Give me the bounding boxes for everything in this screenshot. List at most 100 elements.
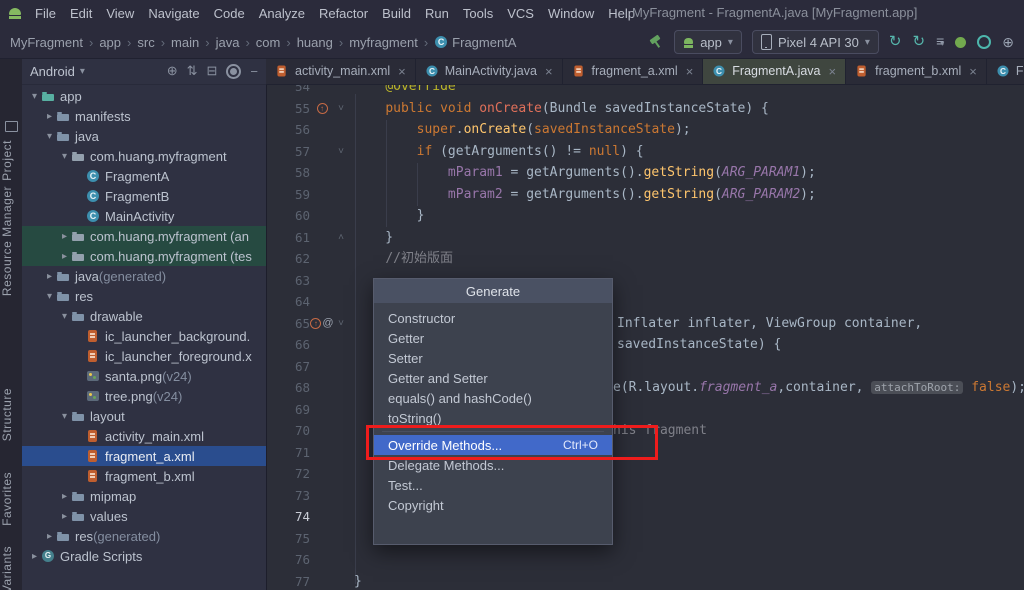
popup-item-equals-and-hashcode[interactable]: equals() and hashCode() — [374, 388, 612, 408]
menu-build[interactable]: Build — [375, 4, 418, 23]
tree-row[interactable]: FragmentA — [22, 166, 266, 186]
tab-fr[interactable]: Fr× — [987, 58, 1024, 84]
tree-row[interactable]: ▾ app — [22, 86, 266, 106]
tree-row[interactable]: fragment_b.xml — [22, 466, 266, 486]
tree-row[interactable]: ▸ com.huang.myfragment (tes — [22, 246, 266, 266]
tree-row[interactable]: ic_launcher_background. — [22, 326, 266, 346]
breadcrumb-fragmenta[interactable]: FragmentA — [434, 35, 516, 50]
tree-row[interactable]: MainActivity — [22, 206, 266, 226]
build-hammer-icon[interactable] — [648, 34, 664, 50]
menu-edit[interactable]: Edit — [63, 4, 99, 23]
locate-file-icon[interactable]: ⊕ — [167, 63, 178, 79]
hide-panel-icon[interactable]: − — [250, 64, 258, 79]
tab-close-icon[interactable]: × — [398, 64, 406, 79]
fold-marker-icon[interactable]: ˅ — [334, 146, 348, 157]
popup-item-setter[interactable]: Setter — [374, 348, 612, 368]
popup-item-getter-and-setter[interactable]: Getter and Setter — [374, 368, 612, 388]
tree-row[interactable]: ▸ mipmap — [22, 486, 266, 506]
tree-expand-icon[interactable]: ▸ — [58, 251, 71, 262]
menu-file[interactable]: File — [28, 4, 63, 23]
menu-refactor[interactable]: Refactor — [312, 4, 375, 23]
tab-close-icon[interactable]: × — [829, 64, 837, 79]
tab-fragmenta.java[interactable]: FragmentA.java × — [703, 58, 847, 84]
popup-item-copyright[interactable]: Copyright — [374, 495, 612, 515]
build-menu-icon[interactable]: ≡▾ — [936, 33, 944, 52]
run-configuration-select[interactable]: app ▾ — [674, 30, 742, 54]
menu-vcs[interactable]: VCS — [500, 4, 541, 23]
tree-row[interactable]: tree.png (v24) — [22, 386, 266, 406]
collapse-all-icon[interactable]: ⊟ — [207, 63, 218, 79]
tree-collapse-icon[interactable]: ▾ — [43, 291, 56, 302]
breadcrumb-src[interactable]: src — [137, 35, 154, 50]
menu-navigate[interactable]: Navigate — [141, 4, 206, 23]
breadcrumb-main[interactable]: main — [171, 35, 199, 50]
device-select[interactable]: Pixel 4 API 30 ▾ — [751, 30, 879, 54]
device-manager-icon[interactable]: ⊕ — [1002, 34, 1014, 50]
breadcrumb-huang[interactable]: huang — [297, 35, 333, 50]
profiler-icon[interactable] — [955, 36, 967, 48]
tab-close-icon[interactable]: × — [686, 64, 694, 79]
settings-gear-icon[interactable] — [226, 63, 242, 79]
popup-item-getter[interactable]: Getter — [374, 328, 612, 348]
sync-project-icon[interactable]: ↻ — [889, 34, 902, 50]
fold-marker-icon[interactable]: ˄ — [334, 232, 348, 243]
tool-stripe-resource-manager[interactable]: Resource Manager — [0, 186, 22, 296]
editor-gutter[interactable]: 54 55 ↑ ˅ 56 57 ˅ 58 59 60 61 ˄ 62 63 64 65 ↑ @ ˅ 66 67 68 69 7… — [266, 84, 350, 590]
tree-row[interactable]: santa.png (v24) — [22, 366, 266, 386]
fold-marker-icon[interactable]: ˅ — [334, 103, 348, 114]
tab-fragment_b.xml[interactable]: fragment_b.xml × — [846, 58, 987, 84]
tree-collapse-icon[interactable]: ▾ — [58, 151, 71, 162]
tree-row[interactable]: ▸ manifests — [22, 106, 266, 126]
menu-code[interactable]: Code — [207, 4, 252, 23]
tree-collapse-icon[interactable]: ▾ — [43, 131, 56, 142]
tree-row[interactable]: ic_launcher_foreground.x — [22, 346, 266, 366]
tree-row[interactable]: ▸ java (generated) — [22, 266, 266, 286]
tree-collapse-icon[interactable]: ▾ — [58, 411, 71, 422]
tool-stripe-project[interactable]: Project — [0, 140, 22, 181]
menu-run[interactable]: Run — [418, 4, 456, 23]
override-method-icon[interactable]: ↑ — [310, 317, 322, 329]
breadcrumb-com[interactable]: com — [256, 35, 281, 50]
menu-window[interactable]: Window — [541, 4, 601, 23]
tab-fragment_a.xml[interactable]: fragment_a.xml × — [563, 58, 704, 84]
breadcrumb-myfragment[interactable]: MyFragment — [10, 35, 83, 50]
tree-row[interactable]: ▾ layout — [22, 406, 266, 426]
tree-row[interactable]: ▾ res — [22, 286, 266, 306]
tree-expand-icon[interactable]: ▸ — [43, 271, 56, 282]
fold-marker-icon[interactable]: ˅ — [334, 318, 348, 329]
tab-mainactivity.java[interactable]: MainActivity.java × — [416, 58, 563, 84]
tab-activity_main.xml[interactable]: activity_main.xml × — [266, 58, 416, 84]
tree-row[interactable]: fragment_a.xml — [22, 446, 266, 466]
tool-stripe-build-variants[interactable]: Build Variants — [0, 546, 22, 590]
project-view-select[interactable]: Android — [30, 64, 75, 79]
tree-row[interactable]: ▸ Gradle Scripts — [22, 546, 266, 566]
sync-gradle-icon[interactable]: ↻ — [913, 34, 926, 50]
tree-row[interactable]: activity_main.xml — [22, 426, 266, 446]
scroll-from-source-icon[interactable]: ⇅ — [187, 63, 198, 79]
popup-item-tostring[interactable]: toString() — [374, 408, 612, 428]
menu-analyze[interactable]: Analyze — [252, 4, 312, 23]
tree-expand-icon[interactable]: ▸ — [58, 511, 71, 522]
tree-collapse-icon[interactable]: ▾ — [58, 311, 71, 322]
tree-expand-icon[interactable]: ▸ — [43, 531, 56, 542]
tree-expand-icon[interactable]: ▸ — [58, 491, 71, 502]
tab-close-icon[interactable]: × — [969, 64, 977, 79]
menu-tools[interactable]: Tools — [456, 4, 500, 23]
menu-view[interactable]: View — [99, 4, 141, 23]
popup-item-test[interactable]: Test... — [374, 475, 612, 495]
tree-row[interactable]: ▸ com.huang.myfragment (an — [22, 226, 266, 246]
tree-expand-icon[interactable]: ▸ — [43, 111, 56, 122]
tree-row[interactable]: ▾ drawable — [22, 306, 266, 326]
tree-row[interactable]: ▾ com.huang.myfragment — [22, 146, 266, 166]
tab-close-icon[interactable]: × — [545, 64, 553, 79]
tree-row[interactable]: ▸ values — [22, 506, 266, 526]
popup-item-override-methods[interactable]: Override Methods... Ctrl+O — [374, 435, 612, 455]
breadcrumb-java[interactable]: java — [216, 35, 240, 50]
breadcrumb-app[interactable]: app — [99, 35, 121, 50]
tree-row[interactable]: ▸ res (generated) — [22, 526, 266, 546]
tree-expand-icon[interactable]: ▸ — [28, 551, 41, 562]
tool-stripe-structure[interactable]: Structure — [0, 388, 22, 441]
tree-row[interactable]: ▾ java — [22, 126, 266, 146]
popup-item-constructor[interactable]: Constructor — [374, 308, 612, 328]
override-method-icon[interactable]: ↑ — [316, 102, 328, 114]
